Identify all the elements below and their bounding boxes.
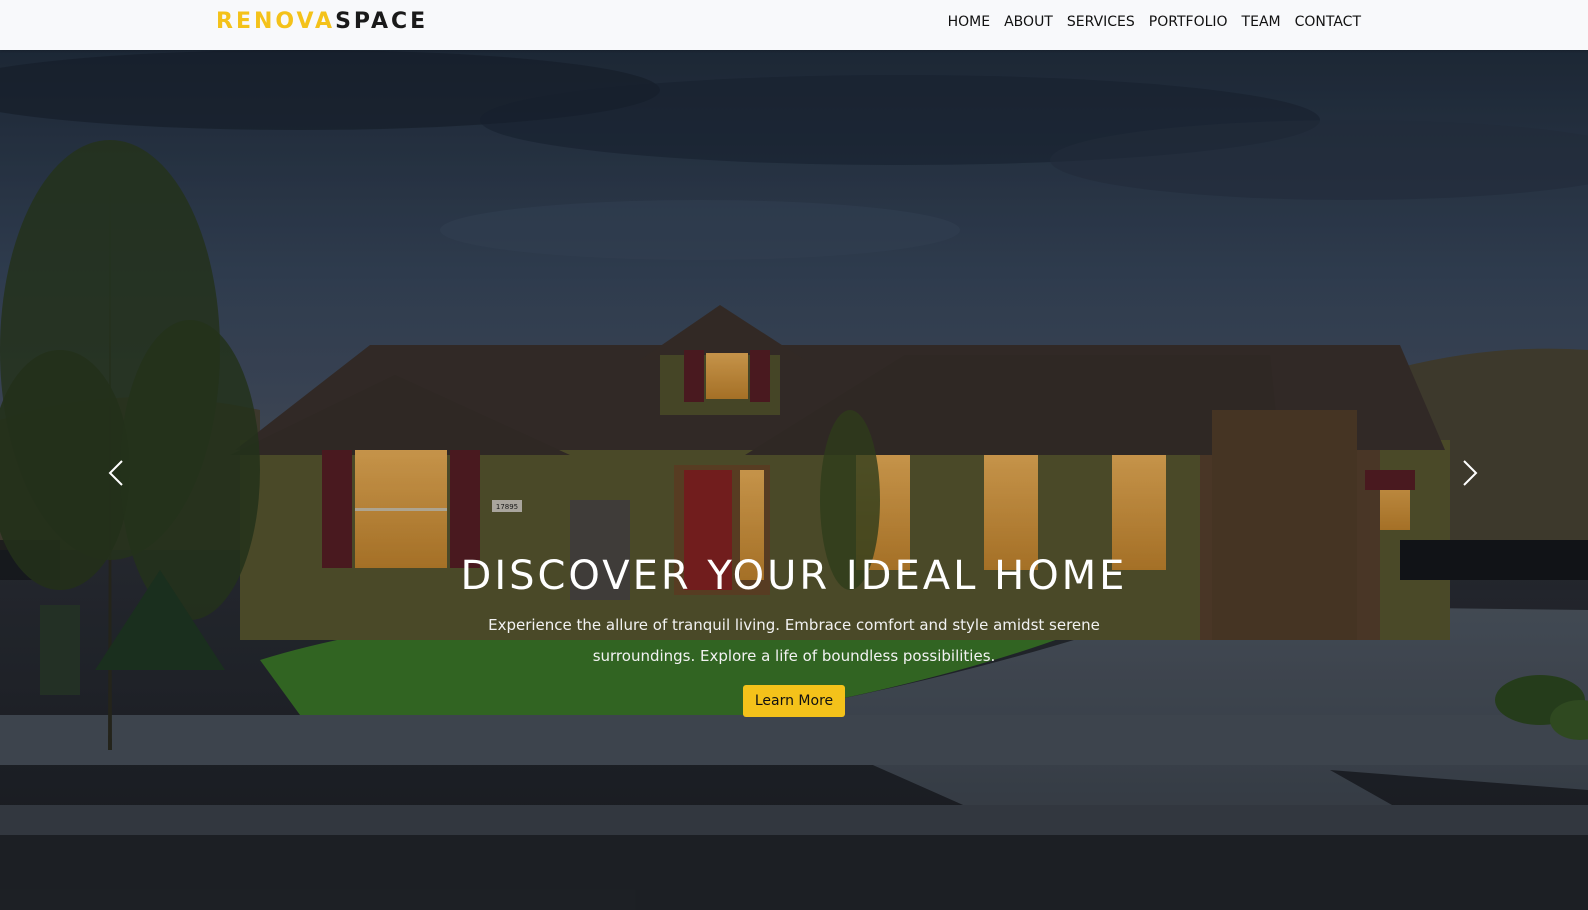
nav-home[interactable]: HOME	[948, 14, 990, 30]
hero-overlay	[0, 50, 1588, 910]
brand-part-1: RENOVA	[216, 9, 336, 34]
hero-caption: DISCOVER YOUR IDEAL HOME Experience the …	[0, 550, 1588, 717]
hero-subtitle: Experience the allure of tranquil living…	[488, 616, 1100, 665]
carousel-prev-button[interactable]	[102, 455, 132, 491]
hero-carousel: 17895 DISCOVER YOUR IDEAL HOME Experienc…	[0, 50, 1588, 910]
chevron-left-icon	[108, 460, 123, 486]
nav-services[interactable]: SERVICES	[1067, 14, 1135, 30]
hero-title: DISCOVER YOUR IDEAL HOME	[460, 553, 1128, 599]
nav-portfolio[interactable]: PORTFOLIO	[1149, 14, 1228, 30]
main-nav: HOME ABOUT SERVICES PORTFOLIO TEAM CONTA…	[948, 0, 1361, 44]
learn-more-button[interactable]: Learn More	[742, 685, 846, 717]
nav-team[interactable]: TEAM	[1242, 14, 1281, 30]
nav-contact[interactable]: CONTACT	[1295, 14, 1361, 30]
chevron-right-icon	[1463, 460, 1478, 486]
nav-about[interactable]: ABOUT	[1004, 14, 1053, 30]
navbar: RENOVASPACE HOME ABOUT SERVICES PORTFOLI…	[0, 0, 1588, 50]
brand-logo[interactable]: RENOVASPACE	[216, 8, 428, 36]
carousel-next-button[interactable]	[1454, 455, 1484, 491]
brand-part-2: SPACE	[335, 9, 429, 34]
